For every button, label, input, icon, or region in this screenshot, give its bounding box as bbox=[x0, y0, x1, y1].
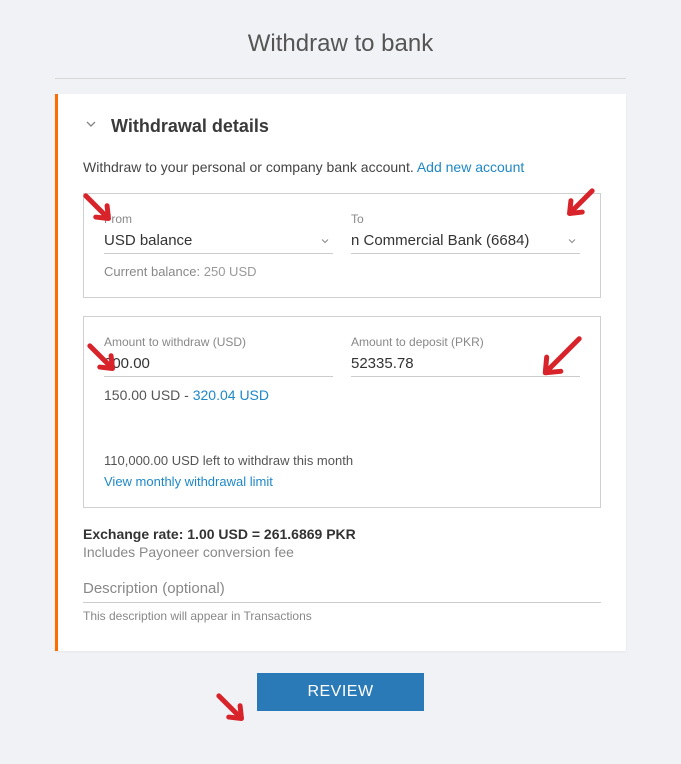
range-max: 320.04 USD bbox=[193, 387, 269, 403]
conversion-fee-note: Includes Payoneer conversion fee bbox=[83, 544, 601, 560]
withdraw-amount-field: Amount to withdraw (USD) 200.00 bbox=[104, 335, 333, 377]
description-input[interactable]: Description (optional) bbox=[83, 580, 601, 603]
chevron-down-icon bbox=[566, 234, 578, 252]
to-label: To bbox=[351, 212, 580, 226]
to-select[interactable]: n Commercial Bank (6684) bbox=[351, 232, 580, 254]
intro-text-span: Withdraw to your personal or company ban… bbox=[83, 159, 417, 175]
exchange-rate: Exchange rate: 1.00 USD = 261.6869 PKR bbox=[83, 526, 601, 542]
from-field: From USD balance bbox=[104, 212, 333, 254]
to-value: n Commercial Bank (6684) bbox=[351, 232, 580, 249]
range-sep: - bbox=[180, 387, 192, 403]
chevron-down-icon bbox=[83, 116, 99, 137]
description-hint: This description will appear in Transact… bbox=[83, 609, 601, 623]
to-field: To n Commercial Bank (6684) bbox=[351, 212, 580, 254]
amount-box: Amount to withdraw (USD) 200.00 Amount t… bbox=[83, 316, 601, 508]
withdrawal-card: Withdrawal details Withdraw to your pers… bbox=[55, 94, 626, 651]
page-title: Withdraw to bank bbox=[0, 0, 681, 78]
balance-value: 250 USD bbox=[204, 264, 257, 279]
withdraw-amount-label: Amount to withdraw (USD) bbox=[104, 335, 333, 349]
balance-label: Current balance: bbox=[104, 264, 200, 279]
view-monthly-limit-link[interactable]: View monthly withdrawal limit bbox=[104, 474, 580, 489]
annotation-arrow bbox=[203, 680, 263, 745]
description-placeholder: Description (optional) bbox=[83, 580, 601, 597]
section-title: Withdrawal details bbox=[111, 116, 269, 137]
amount-range: 150.00 USD - 320.04 USD bbox=[104, 387, 580, 403]
intro-text: Withdraw to your personal or company ban… bbox=[83, 159, 601, 175]
current-balance: Current balance: 250 USD bbox=[104, 264, 580, 279]
deposit-amount-input[interactable]: 52335.78 bbox=[351, 355, 580, 377]
from-value: USD balance bbox=[104, 232, 333, 249]
top-divider bbox=[55, 78, 626, 79]
add-new-account-link[interactable]: Add new account bbox=[417, 159, 524, 175]
deposit-amount-field: Amount to deposit (PKR) 52335.78 bbox=[351, 335, 580, 377]
chevron-down-icon bbox=[319, 234, 331, 252]
withdraw-amount-value: 200.00 bbox=[104, 355, 333, 372]
remaining-limit: 110,000.00 USD left to withdraw this mon… bbox=[104, 453, 580, 468]
section-header[interactable]: Withdrawal details bbox=[83, 116, 601, 137]
withdraw-amount-input[interactable]: 200.00 bbox=[104, 355, 333, 377]
from-label: From bbox=[104, 212, 333, 226]
account-box: From USD balance To n Commercial Bank (6… bbox=[83, 193, 601, 298]
deposit-amount-value: 52335.78 bbox=[351, 355, 580, 372]
review-button[interactable]: REVIEW bbox=[257, 673, 423, 711]
from-select[interactable]: USD balance bbox=[104, 232, 333, 254]
deposit-amount-label: Amount to deposit (PKR) bbox=[351, 335, 580, 349]
range-min: 150.00 USD bbox=[104, 387, 180, 403]
